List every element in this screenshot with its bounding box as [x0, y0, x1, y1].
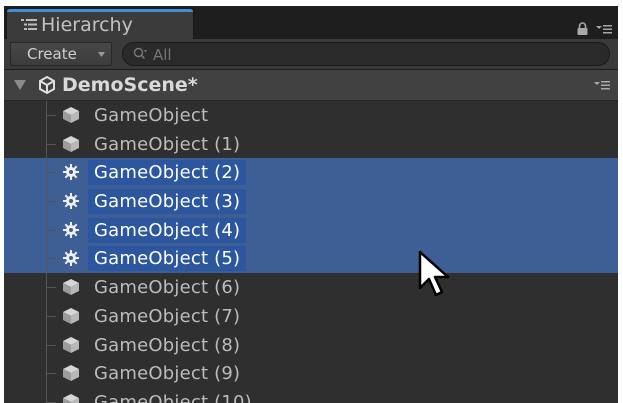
- list-item[interactable]: GameObject (10): [4, 387, 618, 403]
- cube-icon: [63, 107, 79, 123]
- hierarchy-toolbar: Create: [4, 39, 618, 70]
- hierarchy-window: Hierarchy Create All DemoScene* GameObje…: [4, 6, 618, 403]
- chevron-down-icon: [98, 52, 105, 57]
- cube-icon: [63, 365, 79, 382]
- cube-icon: [63, 307, 79, 324]
- game-object-label: GameObject (3): [94, 191, 241, 213]
- cube-icon: [63, 135, 79, 152]
- game-object-label: GameObject (7): [94, 305, 241, 327]
- gear-icon: [63, 250, 79, 267]
- list-item-selected[interactable]: GameObject (3): [4, 187, 618, 216]
- tab-active-indicator: [7, 9, 193, 12]
- tree-line: [46, 387, 47, 403]
- create-button-label: Create: [27, 45, 77, 63]
- search-input[interactable]: [151, 44, 555, 66]
- lock-icon[interactable]: [577, 22, 588, 35]
- list-item-selected[interactable]: GameObject (4): [4, 215, 618, 245]
- scene-menu-icon[interactable]: [594, 80, 610, 90]
- cube-icon: [63, 393, 79, 403]
- game-object-label: GameObject (4): [94, 219, 241, 241]
- mouse-cursor-icon: [418, 250, 450, 297]
- list-item[interactable]: GameObject (9): [4, 359, 618, 388]
- game-object-label: GameObject (9): [94, 363, 241, 385]
- gear-icon: [63, 164, 79, 181]
- cube-icon: [63, 336, 79, 353]
- list-item[interactable]: GameObject (7): [4, 301, 618, 331]
- fold-arrow-icon[interactable]: [14, 80, 26, 90]
- scene-title: DemoScene*: [62, 74, 198, 96]
- list-item[interactable]: GameObject (6): [4, 273, 618, 302]
- list-item-selected[interactable]: GameObject (2): [4, 158, 618, 188]
- tab-controls: [577, 18, 612, 37]
- cube-icon: [63, 279, 79, 296]
- game-object-label: GameObject (8): [94, 334, 241, 356]
- search-field[interactable]: [122, 42, 610, 66]
- scene-header[interactable]: DemoScene*: [4, 70, 618, 101]
- tab-hierarchy[interactable]: Hierarchy: [6, 8, 194, 39]
- list-item[interactable]: GameObject: [4, 101, 618, 130]
- gear-icon: [63, 193, 79, 210]
- game-object-label: GameObject (1): [94, 133, 241, 155]
- game-object-label: GameObject: [94, 105, 209, 126]
- tab-label: Hierarchy: [41, 14, 133, 36]
- search-icon: [133, 47, 147, 59]
- tab-strip: Hierarchy: [4, 6, 618, 40]
- hierarchy-list-icon: [21, 19, 37, 30]
- list-item-selected[interactable]: GameObject (5): [4, 244, 618, 274]
- tab-menu-icon[interactable]: [596, 24, 612, 34]
- game-object-label: GameObject (10): [94, 391, 252, 403]
- game-object-label: GameObject (6): [94, 277, 241, 299]
- list-item[interactable]: GameObject (1): [4, 129, 618, 159]
- game-object-label: GameObject (5): [94, 248, 241, 270]
- gear-icon: [63, 221, 79, 238]
- game-object-label: GameObject (2): [94, 162, 241, 184]
- hierarchy-tree: GameObject GameObject (1) GameObject (2)…: [4, 101, 618, 403]
- create-button[interactable]: Create: [10, 42, 112, 66]
- unity-logo-icon: [39, 76, 55, 94]
- list-item[interactable]: GameObject (8): [4, 330, 618, 360]
